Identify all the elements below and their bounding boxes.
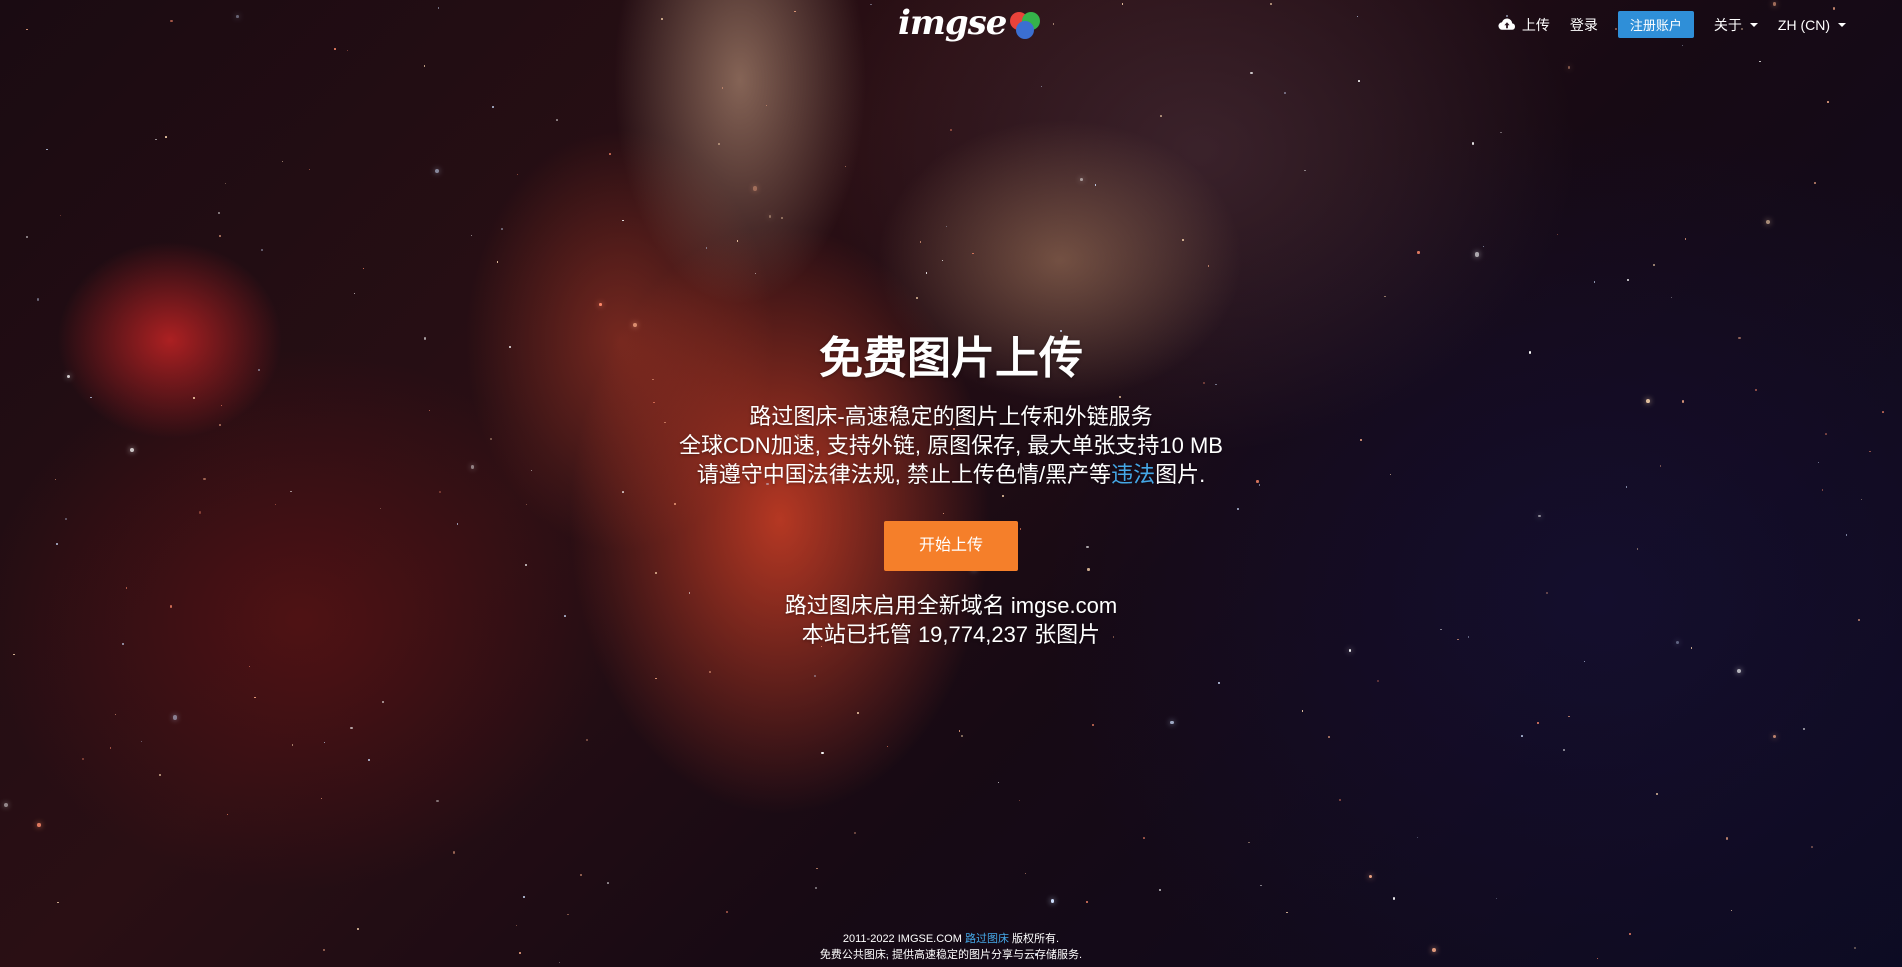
domain-notice: 路过图床启用全新域名 imgse.com (784, 593, 1118, 618)
footer-copyright: 2011-2022 IMGSE.COM 路过图床 版权所有. (0, 931, 1902, 947)
logo-circles-icon (1008, 6, 1044, 40)
nav-language-dropdown[interactable]: ZH (CN) (1778, 17, 1846, 33)
nav-upload-label: 上传 (1521, 16, 1550, 33)
nav-login-label: 登录 (1569, 16, 1598, 33)
hero-desc-line3: 请遵守中国法律法规, 禁止上传色情/黑产等违法图片. (0, 460, 1902, 489)
logo-text: imgse (898, 3, 1007, 43)
footer-copyright-prefix: 2011-2022 IMGSE.COM (842, 933, 962, 945)
nav-about-label: 关于 (1713, 16, 1742, 33)
hero-desc-line3-suffix: 图片. (1155, 462, 1206, 487)
caret-down-icon (1749, 22, 1758, 27)
footer-site-link[interactable]: 路过图床 (965, 933, 1009, 945)
hero-stats: 路过图床启用全新域名 imgse.com 本站已托管 19,774,237 张图… (0, 591, 1902, 649)
hosted-suffix: 张图片 (1034, 622, 1101, 647)
hosted-images-count: 本站已托管 19,774,237 张图片 (0, 620, 1902, 649)
illegal-content-link[interactable]: 违法 (1111, 462, 1155, 487)
start-upload-button-label: 开始上传 (918, 537, 983, 554)
cloud-upload-icon (1498, 18, 1515, 30)
hero-description: 路过图床-高速稳定的图片上传和外链服务 全球CDN加速, 支持外链, 原图保存,… (0, 402, 1902, 489)
site-logo[interactable]: imgse (898, 2, 1044, 44)
nav-upload[interactable]: 上传 (1498, 15, 1550, 35)
top-navigation-bar: imgse 上传 登录 注册账户 关于 ZH (CN) (0, 0, 1902, 48)
hero-desc-line1: 路过图床-高速稳定的图片上传和外链服务 (749, 404, 1153, 429)
hosted-prefix: 本站已托管 (801, 622, 912, 647)
page-footer: 2011-2022 IMGSE.COM 路过图床 版权所有. 免费公共图床, 提… (0, 931, 1902, 963)
nav-about-dropdown[interactable]: 关于 (1714, 15, 1758, 35)
hero-desc-line2: 全球CDN加速, 支持外链, 原图保存, 最大单张支持10 MB (679, 433, 1223, 458)
hosted-count-value: 19,774,237 (917, 622, 1029, 647)
signup-button[interactable]: 注册账户 (1617, 11, 1694, 38)
hero-section: 免费图片上传 路过图床-高速稳定的图片上传和外链服务 全球CDN加速, 支持外链… (0, 330, 1902, 649)
hero-desc-line3-prefix: 请遵守中国法律法规, 禁止上传色情/黑产等 (696, 462, 1112, 487)
footer-tagline: 免费公共图床, 提供高速稳定的图片分享与云存储服务. (819, 949, 1083, 961)
nav-language-label: ZH (CN) (1777, 16, 1830, 33)
signup-button-label: 注册账户 (1629, 18, 1682, 33)
top-nav-menu: 上传 登录 注册账户 关于 ZH (CN) (1498, 11, 1846, 38)
hero-title: 免费图片上传 (819, 334, 1083, 383)
caret-down-icon (1838, 22, 1846, 27)
footer-copyright-suffix: 版权所有. (1012, 933, 1060, 945)
start-upload-button[interactable]: 开始上传 (884, 521, 1018, 571)
nav-login[interactable]: 登录 (1570, 15, 1598, 35)
